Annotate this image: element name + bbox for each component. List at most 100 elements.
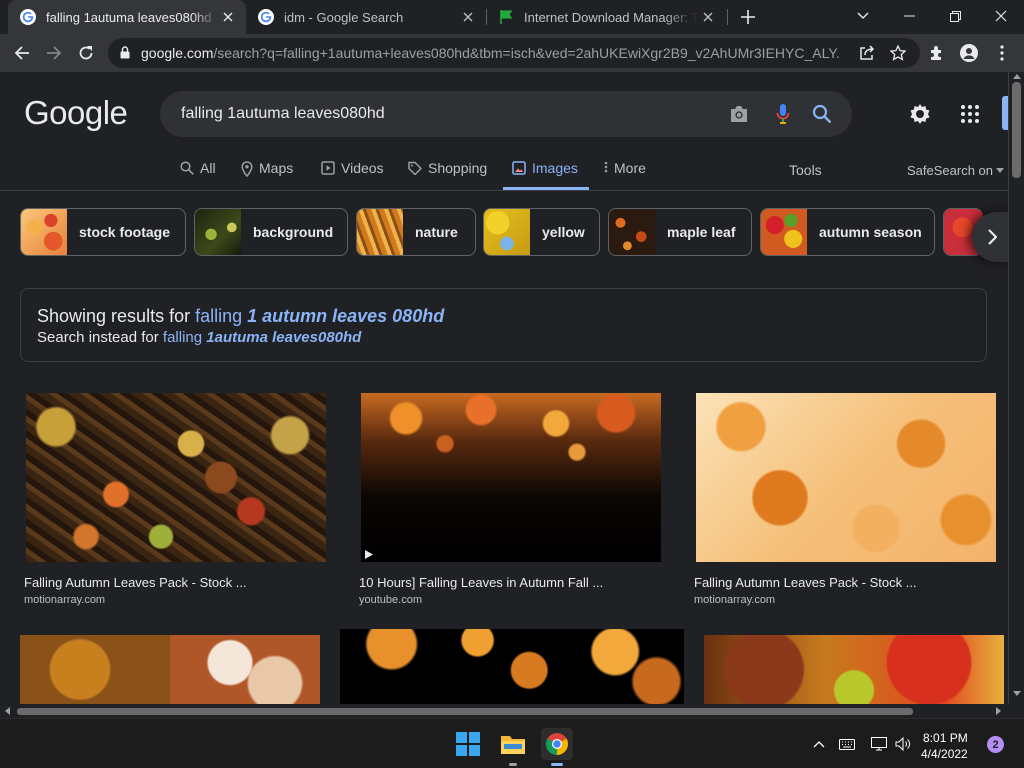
chip-autumn-season[interactable]: autumn season — [760, 208, 935, 256]
result-thumbnail[interactable] — [704, 635, 1004, 704]
microphone-icon — [776, 104, 790, 124]
profile-button[interactable] — [954, 38, 984, 68]
star-icon[interactable] — [890, 45, 906, 61]
original-bold: 1autuma leaves080hd — [206, 329, 362, 346]
minimize-button[interactable] — [886, 0, 932, 32]
result-title[interactable]: Falling Autumn Leaves Pack - Stock ... — [24, 575, 344, 590]
result-thumbnail[interactable] — [361, 393, 661, 562]
corrected-query-link[interactable]: falling 1 autumn leaves 080hd — [195, 306, 444, 326]
result-thumbnail[interactable] — [26, 393, 326, 562]
chip-stock-footage[interactable]: stock footage — [20, 208, 186, 256]
result-thumbnail[interactable] — [20, 635, 320, 704]
start-button[interactable] — [452, 728, 484, 760]
speaker-icon — [895, 737, 910, 751]
result-thumbnail[interactable] — [340, 629, 684, 704]
tab-idm-search[interactable]: idm - Google Search — [246, 0, 486, 34]
google-logo[interactable]: Google — [24, 94, 128, 132]
safesearch-menu[interactable]: SafeSearch on — [907, 163, 1005, 178]
image-result[interactable] — [340, 629, 684, 704]
volume-tray-button[interactable] — [894, 735, 912, 753]
scroll-up-icon[interactable] — [1013, 74, 1021, 79]
voice-search-button[interactable] — [771, 102, 795, 126]
search-button[interactable] — [810, 102, 834, 126]
vertical-scrollbar[interactable] — [1008, 72, 1024, 704]
clock-time: 8:01 PM — [923, 731, 968, 745]
original-query-link[interactable]: falling 1autuma leaves080hd — [163, 329, 361, 346]
network-tray-button[interactable] — [870, 735, 888, 753]
browser-menu-button[interactable] — [987, 38, 1017, 68]
tab-more[interactable]: More — [604, 152, 646, 190]
tab-shopping[interactable]: Shopping — [408, 152, 487, 190]
horizontal-scroll-thumb[interactable] — [17, 708, 913, 715]
tools-button[interactable]: Tools — [789, 162, 822, 178]
url-text[interactable]: google.com/search?q=falling+1autuma+leav… — [141, 45, 841, 61]
tab-separator — [727, 9, 728, 25]
tab-internet-download-manager[interactable]: Internet Download Manager: The Fastest D… — [486, 0, 726, 34]
result-source[interactable]: youtube.com — [359, 594, 422, 606]
image-result[interactable] — [20, 635, 320, 704]
google-apps-button[interactable] — [957, 101, 983, 127]
vertical-scroll-thumb[interactable] — [1012, 82, 1021, 178]
chip-label: maple leaf — [667, 224, 736, 240]
share-icon[interactable] — [859, 45, 875, 61]
image-result[interactable]: Falling Autumn Leaves Pack - Stock ... m… — [694, 393, 996, 606]
search-box[interactable]: falling 1autuma leaves080hd — [160, 91, 852, 137]
scroll-down-icon[interactable] — [1013, 691, 1021, 696]
result-thumbnail[interactable] — [696, 393, 996, 562]
result-title[interactable]: 10 Hours] Falling Leaves in Autumn Fall … — [359, 575, 679, 590]
chip-nature[interactable]: nature — [356, 208, 476, 256]
system-clock[interactable]: 8:01 PM 4/4/2022 — [921, 730, 968, 762]
video-play-badge — [361, 546, 377, 562]
search-input[interactable]: falling 1autuma leaves080hd — [181, 105, 385, 123]
map-pin-icon — [241, 161, 253, 177]
tab-google-search-active[interactable]: falling 1autuma leaves080hd - Google Sea… — [8, 0, 246, 34]
chip-label: background — [253, 224, 334, 240]
scroll-left-icon[interactable] — [5, 707, 10, 715]
address-bar[interactable]: google.com/search?q=falling+1autuma+leav… — [108, 38, 920, 68]
show-hidden-icons-button[interactable] — [810, 735, 828, 753]
close-tab-icon[interactable] — [458, 7, 478, 27]
google-favicon-icon — [20, 9, 36, 25]
horizontal-scrollbar[interactable] — [0, 704, 1008, 718]
lock-icon[interactable] — [120, 46, 130, 59]
chip-yellow[interactable]: yellow — [483, 208, 600, 256]
chip-thumbnail — [609, 209, 655, 255]
chip-background[interactable]: background — [194, 208, 348, 256]
keyboard-tray-button[interactable] — [838, 735, 856, 753]
extensions-button[interactable] — [922, 38, 952, 68]
scroll-right-icon[interactable] — [996, 707, 1001, 715]
forward-button[interactable] — [39, 38, 69, 68]
file-explorer-button[interactable] — [497, 728, 529, 766]
close-tab-icon[interactable] — [218, 7, 238, 27]
tab-label: Images — [532, 160, 578, 176]
showing-results-for: Showing results for falling 1 autumn lea… — [37, 306, 444, 327]
showing-prefix: Showing results for — [37, 306, 196, 326]
settings-button[interactable] — [907, 101, 933, 127]
chrome-taskbar-button[interactable] — [541, 728, 573, 766]
result-source[interactable]: motionarray.com — [24, 594, 105, 606]
safesearch-label: SafeSearch on — [907, 163, 994, 178]
restore-button[interactable] — [932, 0, 978, 32]
result-title[interactable]: Falling Autumn Leaves Pack - Stock ... — [694, 575, 1014, 590]
tab-maps[interactable]: Maps — [241, 152, 293, 190]
result-source[interactable]: motionarray.com — [694, 594, 775, 606]
notification-badge[interactable]: 2 — [987, 736, 1004, 753]
reload-button[interactable] — [71, 38, 101, 68]
new-tab-button[interactable] — [736, 5, 760, 29]
image-result[interactable]: 10 Hours] Falling Leaves in Autumn Fall … — [359, 393, 661, 606]
image-result[interactable] — [704, 635, 1004, 704]
chrome-icon — [546, 733, 568, 755]
chip-maple-leaf[interactable]: maple leaf — [608, 208, 752, 256]
tab-search-button[interactable] — [840, 0, 886, 32]
original-plain: falling — [162, 329, 207, 346]
reload-icon — [79, 46, 93, 60]
close-window-button[interactable] — [978, 0, 1024, 32]
close-tab-icon[interactable] — [698, 7, 718, 27]
tab-all[interactable]: All — [180, 152, 216, 190]
tab-images[interactable]: Images — [503, 152, 589, 190]
image-result[interactable]: Falling Autumn Leaves Pack - Stock ... m… — [24, 393, 326, 606]
back-button[interactable] — [7, 38, 37, 68]
tab-label: Maps — [259, 160, 294, 176]
tab-videos[interactable]: Videos — [321, 152, 384, 190]
camera-search-button[interactable] — [727, 102, 751, 126]
